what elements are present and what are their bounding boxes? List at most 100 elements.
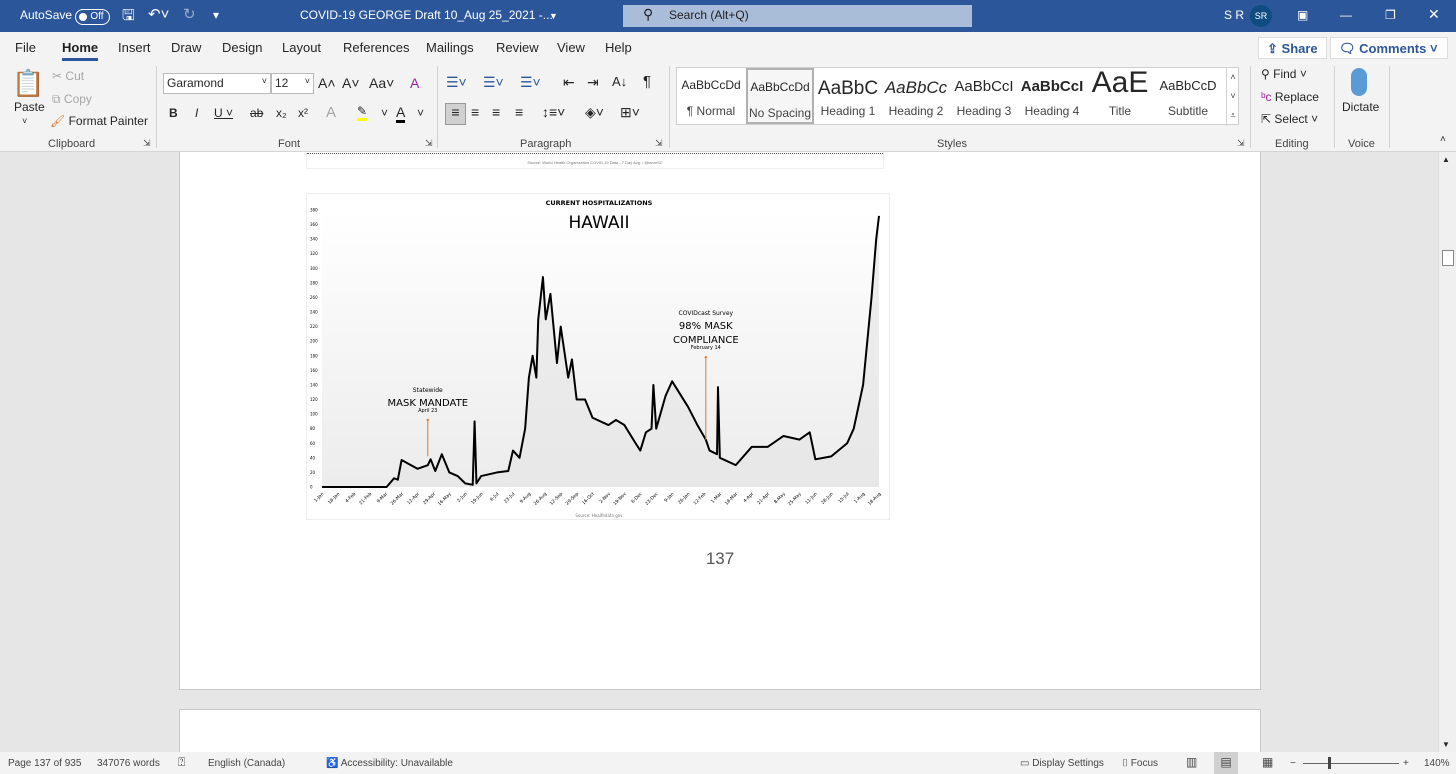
cut-button[interactable]: ✂ Cut <box>52 69 84 83</box>
customize-toolbar-icon[interactable]: ▾ <box>213 8 219 22</box>
paste-button[interactable]: Paste <box>14 100 45 114</box>
strikethrough-icon[interactable]: ab <box>250 106 263 120</box>
style-heading-1[interactable]: AaBbC Heading 1 <box>814 68 882 124</box>
style-subtitle[interactable]: AaBbCcD Subtitle <box>1154 68 1222 124</box>
tab-view[interactable]: View <box>557 40 585 55</box>
zoom-slider-thumb[interactable] <box>1328 757 1332 769</box>
change-case-icon[interactable]: Aa˅ <box>369 75 394 91</box>
line-spacing-icon[interactable]: ↕≡˅ <box>542 104 565 120</box>
align-center-icon[interactable]: ≡ <box>471 104 479 120</box>
zoom-in-button[interactable]: + <box>1403 758 1409 769</box>
clear-formatting-icon[interactable]: A <box>410 75 419 91</box>
show-formatting-icon[interactable]: ¶ <box>643 73 651 90</box>
focus-button[interactable]: ⌷ Focus <box>1122 758 1158 769</box>
close-icon[interactable]: ✕ <box>1428 6 1440 23</box>
highlight-icon[interactable]: ✎ <box>357 104 368 121</box>
page-count[interactable]: Page 137 of 935 <box>8 758 81 769</box>
bold-icon[interactable]: B <box>169 106 178 120</box>
font-color-chevron-icon[interactable]: ˅ <box>417 106 424 120</box>
align-right-icon[interactable]: ≡ <box>492 104 500 120</box>
tab-review[interactable]: Review <box>496 40 539 55</box>
style-heading-4[interactable]: AaBbCcI Heading 4 <box>1018 68 1086 124</box>
tab-insert[interactable]: Insert <box>118 40 151 55</box>
avatar[interactable]: SR <box>1250 5 1272 27</box>
font-size-select[interactable]: 12 ˅ <box>271 73 314 94</box>
microphone-icon[interactable] <box>1351 68 1367 96</box>
style-heading-3[interactable]: AaBbCcI Heading 3 <box>950 68 1018 124</box>
tab-references[interactable]: References <box>343 40 409 55</box>
paragraph-launcher-icon[interactable]: ⇲ <box>655 138 663 149</box>
style-no-spacing[interactable]: AaBbCcDd No Spacing <box>746 68 814 124</box>
zoom-slider[interactable] <box>1303 763 1399 764</box>
font-launcher-icon[interactable]: ⇲ <box>425 138 433 149</box>
styles-scroll[interactable]: ˄ ˅ ⩡ <box>1226 68 1239 126</box>
style-heading-2[interactable]: AaBbCc Heading 2 <box>882 68 950 124</box>
text-effects-icon[interactable]: A <box>326 104 336 121</box>
paste-chevron-down-icon[interactable]: ˅ <box>22 116 27 126</box>
multilevel-list-icon[interactable]: ☰˅ <box>520 74 541 91</box>
tab-layout[interactable]: Layout <box>282 40 321 55</box>
superscript-icon[interactable]: x² <box>298 106 308 120</box>
increase-indent-icon[interactable]: ⇥ <box>587 74 599 91</box>
highlight-chevron-icon[interactable]: ˅ <box>381 106 388 120</box>
subscript-icon[interactable]: x₂ <box>276 106 287 120</box>
dictate-button[interactable]: Dictate <box>1342 100 1379 114</box>
zoom-out-button[interactable]: − <box>1290 758 1296 769</box>
styles-launcher-icon[interactable]: ⇲ <box>1237 138 1245 149</box>
tab-design[interactable]: Design <box>222 40 262 55</box>
style-title[interactable]: AaE Title <box>1086 66 1154 124</box>
title-chevron-down-icon[interactable]: ▼ <box>549 11 558 21</box>
collapse-ribbon-icon[interactable]: ˄ <box>1440 134 1446 145</box>
scroll-down-icon[interactable]: ▼ <box>1442 740 1450 749</box>
scroll-thumb[interactable] <box>1442 250 1454 266</box>
vertical-scrollbar[interactable]: ▲ ▼ <box>1438 152 1456 752</box>
document-title[interactable]: COVID-19 GEORGE Draft 10_Aug 25_2021 -..… <box>300 8 553 22</box>
display-settings-button[interactable]: ▭ Display Settings <box>1020 758 1104 769</box>
font-name-select[interactable]: Garamond ˅ <box>163 73 271 94</box>
grow-font-icon[interactable]: A˄ <box>318 75 336 91</box>
bullets-icon[interactable]: ☰˅ <box>446 74 467 91</box>
find-button[interactable]: ⚲ Find ˅ <box>1261 67 1307 81</box>
save-icon[interactable]: 🖫 <box>122 5 135 30</box>
tab-draw[interactable]: Draw <box>171 40 201 55</box>
select-button[interactable]: ⇱ Select ˅ <box>1261 112 1318 126</box>
autosave[interactable]: AutoSave Off <box>20 8 110 25</box>
italic-icon[interactable]: I <box>195 106 198 120</box>
accessibility-status[interactable]: ♿ Accessibility: Unavailable <box>326 758 453 769</box>
minimize-icon[interactable]: — <box>1340 8 1352 22</box>
comments-button[interactable]: 🗨 Comments ˅ <box>1330 37 1448 59</box>
scroll-up-icon[interactable]: ▲ <box>1442 155 1450 164</box>
copy-button[interactable]: ⧉ Copy <box>52 92 92 107</box>
redo-icon[interactable]: ↻ <box>183 5 196 23</box>
search-box[interactable]: ⚲ Search (Alt+Q) <box>623 5 972 27</box>
tab-home[interactable]: Home <box>62 40 99 61</box>
shrink-font-icon[interactable]: A˅ <box>342 75 360 91</box>
read-mode-icon[interactable]: ▥ <box>1186 755 1197 769</box>
tab-file[interactable]: File <box>15 40 36 55</box>
decrease-indent-icon[interactable]: ⇤ <box>563 74 575 91</box>
sort-icon[interactable]: A↓ <box>612 74 627 89</box>
undo-icon[interactable]: ↶˅ <box>148 5 169 23</box>
restore-icon[interactable]: ❐ <box>1385 8 1396 22</box>
shading-icon[interactable]: ◈˅ <box>585 104 604 121</box>
tab-help[interactable]: Help <box>605 40 632 55</box>
style-normal[interactable]: AaBbCcDd ¶ Normal <box>677 68 745 124</box>
word-count[interactable]: 347076 words <box>97 758 160 769</box>
autosave-toggle[interactable]: Off <box>75 9 110 25</box>
justify-icon[interactable]: ≡ <box>515 104 523 120</box>
underline-icon[interactable]: U ˅ <box>214 106 233 120</box>
font-color-icon[interactable]: A <box>396 104 406 123</box>
share-button[interactable]: ⇪ Share <box>1258 37 1327 59</box>
format-painter-button[interactable]: 🖌 Format Painter <box>50 114 148 128</box>
language[interactable]: English (Canada) <box>208 758 285 769</box>
ribbon-display-icon[interactable]: ▣ <box>1297 8 1308 22</box>
zoom-level[interactable]: 140% <box>1424 758 1450 769</box>
web-layout-icon[interactable]: ▦ <box>1262 755 1273 769</box>
numbering-icon[interactable]: ☰˅ <box>483 74 504 91</box>
paste-icon[interactable]: 📋 <box>12 68 44 100</box>
clipboard-launcher-icon[interactable]: ⇲ <box>143 138 151 149</box>
align-left-icon[interactable]: ≡ <box>445 103 466 125</box>
borders-icon[interactable]: ⊞˅ <box>620 104 640 121</box>
tab-mailings[interactable]: Mailings <box>426 40 474 55</box>
proofing-icon[interactable]: ⍰ <box>178 755 185 770</box>
